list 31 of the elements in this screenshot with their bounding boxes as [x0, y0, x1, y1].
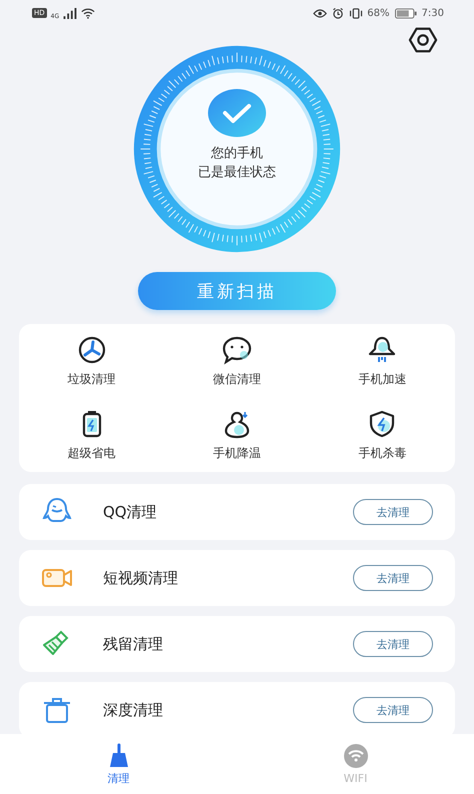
cleaner-label: 深度清理: [103, 700, 164, 720]
clock-time: 7:30: [422, 8, 444, 18]
clean-button[interactable]: 去清理: [353, 499, 433, 525]
chat-bubble-icon[interactable]: [222, 334, 252, 364]
check-badge-icon: [207, 88, 267, 138]
clean-button[interactable]: 去清理: [353, 697, 433, 723]
tool-label[interactable]: 手机杀毒: [358, 444, 406, 462]
clean-button[interactable]: 去清理: [353, 565, 433, 591]
cleaner-label: 残留清理: [103, 634, 164, 654]
eye-icon: [313, 8, 328, 18]
tab[interactable]: 清理: [0, 734, 237, 794]
tool-label[interactable]: 垃圾清理: [68, 370, 116, 388]
battery-percent: 68%: [367, 8, 390, 18]
status-text: 已是最佳状态: [198, 164, 276, 182]
clean-button[interactable]: 去清理: [353, 631, 433, 657]
cleaner-label: QQ清理: [103, 502, 158, 522]
battery-icon: [394, 8, 418, 18]
wifi-icon: [344, 744, 368, 768]
wifi-icon: [81, 8, 96, 18]
rocket-icon[interactable]: [367, 334, 398, 364]
settings-icon[interactable]: [408, 26, 438, 54]
tool-label[interactable]: 超级省电: [68, 444, 116, 462]
tool-label[interactable]: 手机降温: [212, 444, 261, 462]
tool-label[interactable]: 微信清理: [212, 370, 261, 388]
fan-icon[interactable]: [76, 334, 107, 364]
alarm-icon: [331, 8, 346, 18]
cleaner-label: 短视频清理: [103, 568, 179, 588]
tool-label[interactable]: 手机加速: [358, 370, 406, 388]
signal-icon: [63, 8, 78, 18]
vibrate-icon: [349, 8, 364, 18]
status-text: 您的手机: [211, 145, 263, 163]
